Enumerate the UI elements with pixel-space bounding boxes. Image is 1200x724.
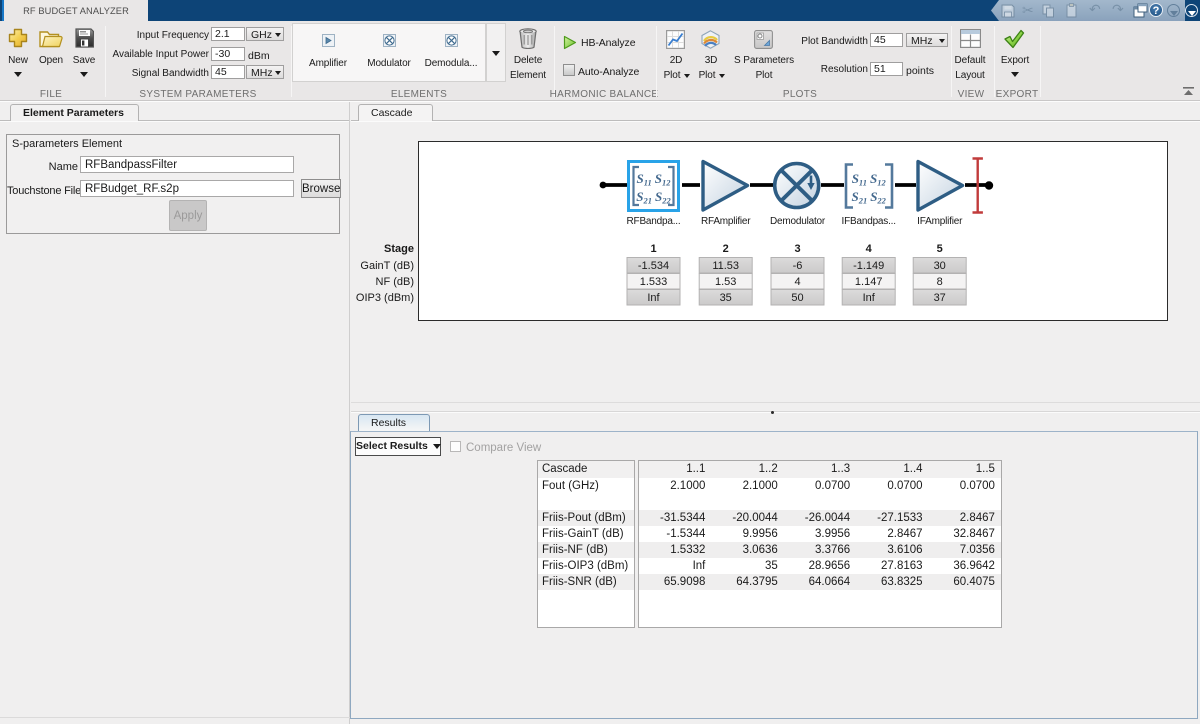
svg-text:1.533: 1.533 [640, 276, 668, 288]
svg-text:IFAmplifier: IFAmplifier [917, 216, 963, 227]
svg-text:1.53: 1.53 [715, 276, 736, 288]
svg-text:4: 4 [866, 243, 873, 255]
svg-text:11.53: 11.53 [712, 260, 739, 272]
svg-text:30: 30 [934, 260, 946, 272]
svg-text:S11S12: S11S12 [852, 171, 887, 188]
svg-text:S21S22: S21S22 [851, 189, 886, 206]
svg-text:35: 35 [720, 292, 732, 304]
svg-text:37: 37 [934, 292, 946, 304]
svg-text:1: 1 [650, 243, 656, 255]
svg-text:RFBandpa...: RFBandpa... [627, 216, 681, 227]
svg-text:Inf: Inf [863, 292, 876, 304]
svg-text:4: 4 [794, 276, 800, 288]
svg-text:5: 5 [937, 243, 943, 255]
svg-text:1.147: 1.147 [855, 276, 883, 288]
svg-text:50: 50 [791, 292, 803, 304]
svg-text:2: 2 [723, 243, 729, 255]
svg-text:-6: -6 [793, 260, 803, 272]
svg-text:Inf: Inf [647, 292, 660, 304]
svg-text:8: 8 [937, 276, 943, 288]
svg-text:3: 3 [794, 243, 800, 255]
svg-text:-1.534: -1.534 [638, 260, 669, 272]
svg-text:Demodulator: Demodulator [770, 216, 826, 227]
svg-text:-1.149: -1.149 [853, 260, 884, 272]
svg-text:RFAmplifier: RFAmplifier [701, 216, 751, 227]
svg-text:IFBandpas...: IFBandpas... [842, 216, 896, 227]
